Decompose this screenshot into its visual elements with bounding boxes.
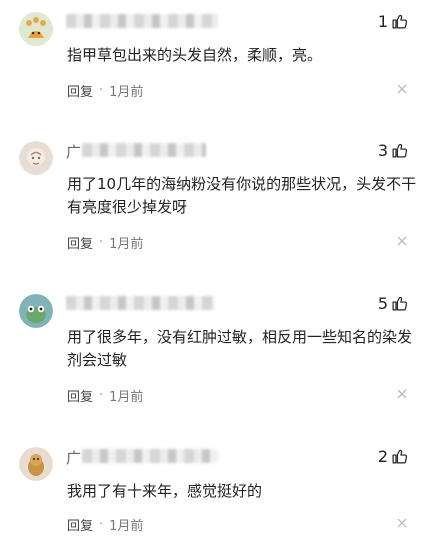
comment-item: 广 3 用了10几年的海纳粉没有你说的那些状况，头发不干有亮度很少掉发呀 回复 …	[0, 141, 436, 256]
like-button[interactable]: 3	[378, 141, 408, 160]
meta-separator: ·	[99, 235, 104, 250]
timestamp: 1月前	[109, 237, 144, 252]
timestamp: 1月前	[109, 85, 144, 100]
username-blurred[interactable]	[82, 449, 218, 463]
reply-button[interactable]: 回复	[67, 233, 93, 252]
timestamp: 1月前	[109, 519, 144, 534]
comment-text: 我用了有十来年，感觉挺好的	[67, 482, 263, 500]
comment-meta: 回复 · 1月前	[67, 81, 143, 100]
close-icon[interactable]	[397, 518, 407, 528]
like-count: 2	[377, 447, 388, 466]
comment-meta: 回复 · 1月前	[67, 515, 143, 534]
avatar[interactable]	[19, 12, 53, 46]
comment-item: 广 2 我用了有十来年，感觉挺好的 回复 · 1月前	[0, 447, 436, 542]
close-icon[interactable]	[397, 236, 407, 246]
thumbs-up-icon	[392, 449, 408, 464]
meta-separator: ·	[99, 83, 104, 98]
like-count: 3	[377, 141, 388, 160]
comment-item: 1 指甲草包出来的头发自然，柔顺，亮。 回复 · 1月前	[0, 12, 436, 102]
comment-item: 5 用了很多年，没有红肿过敏，相反用一些知名的染发剂会过敏 回复 · 1月前	[0, 294, 436, 409]
thumbs-up-icon	[392, 296, 408, 311]
timestamp: 1月前	[109, 390, 144, 405]
thumbs-up-icon	[392, 143, 408, 158]
reply-button[interactable]: 回复	[67, 386, 93, 405]
comment-text: 用了很多年，没有红肿过敏，相反用一些知名的染发剂会过敏	[67, 328, 413, 369]
comment-meta: 回复 · 1月前	[67, 386, 143, 405]
reply-button[interactable]: 回复	[67, 515, 93, 534]
comment-text: 用了10几年的海纳粉没有你说的那些状况，头发不干有亮度很少掉发呀	[67, 175, 417, 216]
like-count: 5	[377, 294, 388, 313]
username-blurred[interactable]	[66, 14, 218, 28]
like-count: 1	[377, 12, 388, 31]
comment-text: 指甲草包出来的头发自然，柔顺，亮。	[67, 46, 323, 64]
avatar[interactable]	[19, 294, 53, 328]
username-blurred[interactable]	[66, 296, 214, 310]
username-blurred[interactable]	[82, 143, 206, 157]
comment-meta: 回复 · 1月前	[67, 233, 143, 252]
close-icon[interactable]	[397, 389, 407, 399]
avatar[interactable]	[19, 141, 53, 175]
meta-separator: ·	[99, 517, 104, 532]
like-button[interactable]: 2	[378, 447, 408, 466]
close-icon[interactable]	[397, 84, 407, 94]
like-button[interactable]: 1	[378, 12, 408, 31]
username-prefix[interactable]: 广	[66, 141, 81, 162]
username-prefix[interactable]: 广	[66, 447, 81, 468]
meta-separator: ·	[99, 388, 104, 403]
avatar[interactable]	[19, 447, 53, 481]
thumbs-up-icon	[392, 14, 408, 29]
reply-button[interactable]: 回复	[67, 81, 93, 100]
like-button[interactable]: 5	[378, 294, 408, 313]
